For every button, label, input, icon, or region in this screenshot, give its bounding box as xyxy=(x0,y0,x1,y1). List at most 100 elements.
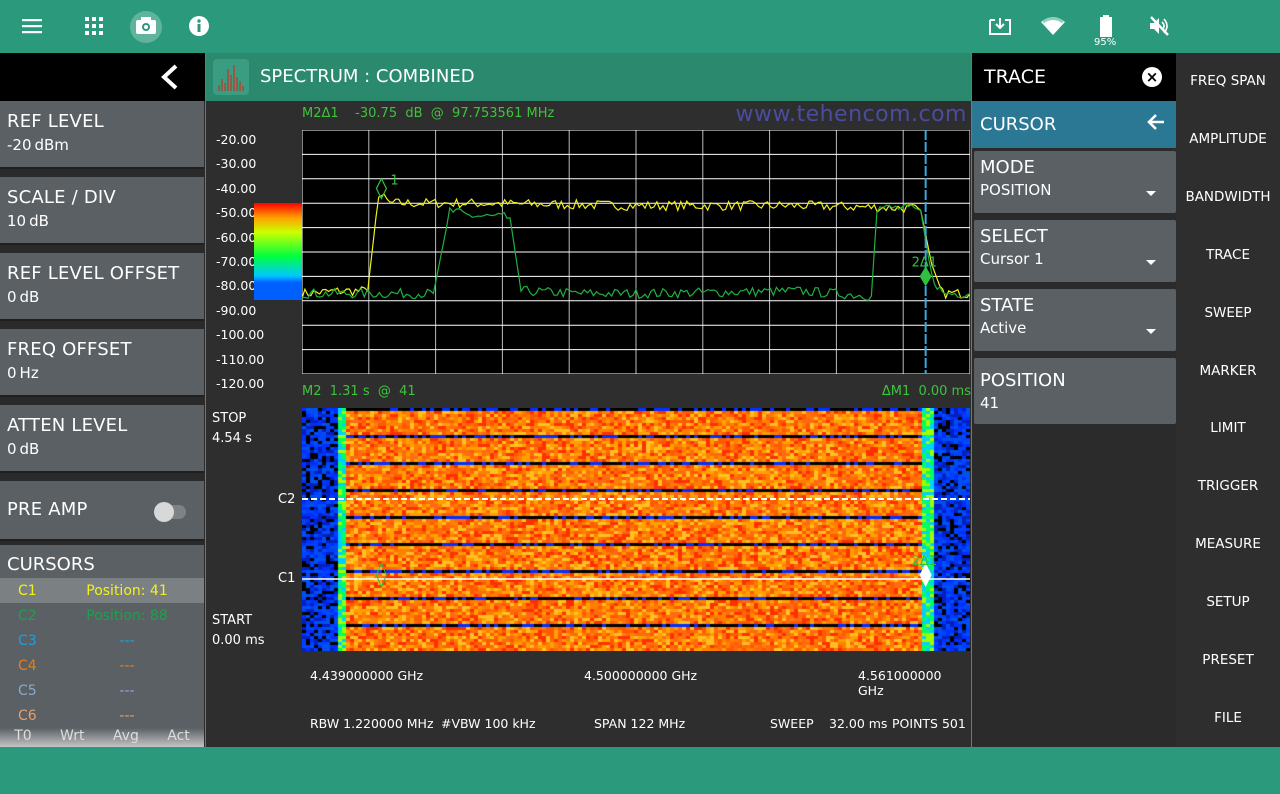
camera-icon[interactable] xyxy=(131,11,161,41)
marker-1-label: 1 xyxy=(390,174,398,189)
span-label[interactable]: SPAN 122 MHz xyxy=(594,716,685,731)
display-title-bar: SPECTRUM : COMBINED xyxy=(206,53,971,101)
freq-offset-card[interactable]: FREQ OFFSET 0 Hz xyxy=(0,329,204,397)
card-value: 41 xyxy=(980,394,1000,412)
menu-item-freq-span[interactable]: FREQ SPAN xyxy=(1176,73,1280,89)
cursor-name: C3 xyxy=(18,632,37,649)
menu-item-trigger[interactable]: TRIGGER xyxy=(1176,478,1280,494)
menu-item-measure[interactable]: MEASURE xyxy=(1176,536,1280,552)
battery-percent: 95% xyxy=(1094,37,1117,48)
sweep-value[interactable]: 32.00 ms xyxy=(829,716,887,731)
trace-t0[interactable]: T0 xyxy=(14,728,31,747)
cursor-value: --- xyxy=(119,707,135,724)
cursor-row-c6[interactable]: C6 --- xyxy=(0,703,204,728)
cursor-name: C1 xyxy=(18,582,37,599)
cursor-value: Position: 88 xyxy=(86,607,168,624)
cursor-value: Position: 41 xyxy=(86,582,168,599)
pre-amp-card: PRE AMP xyxy=(0,481,204,541)
cursor-row-c1[interactable]: C1 Position: 41 xyxy=(0,578,204,603)
cursor-submenu-title: CURSOR xyxy=(980,114,1057,135)
cursor-submenu-header[interactable]: CURSOR xyxy=(972,101,1176,148)
right-trace-panel: TRACE × CURSOR MODE POSITION SELECT Curs… xyxy=(972,53,1176,747)
y-tick-label: -90.00 xyxy=(216,302,257,318)
y-tick-label: -120.00 xyxy=(216,376,265,391)
mute-icon[interactable] xyxy=(1144,11,1174,41)
ref-level-offset-card[interactable]: REF LEVEL OFFSET 0 dB xyxy=(0,253,204,321)
cursor-row-c5[interactable]: C5 --- xyxy=(0,678,204,703)
cursor-value: --- xyxy=(119,657,135,674)
state-select[interactable]: STATE Active xyxy=(974,289,1176,351)
cursor-row-c4[interactable]: C4 --- xyxy=(0,653,204,678)
cursors-title: CURSORS xyxy=(7,554,95,575)
marker-2-waterfall-label: 2Δ1 xyxy=(912,554,937,569)
menu-item-marker[interactable]: MARKER xyxy=(1176,363,1280,379)
menu-icon[interactable] xyxy=(18,11,48,41)
scale-div-card[interactable]: SCALE / DIV 10 dB xyxy=(0,177,204,245)
cursor-row-c2[interactable]: C2 Position: 88 xyxy=(0,603,204,628)
position-input[interactable]: POSITION 41 xyxy=(974,358,1176,424)
mode-select[interactable]: MODE POSITION xyxy=(974,151,1176,213)
y-tick-label: -40.00 xyxy=(216,180,257,196)
card-title: MODE xyxy=(980,157,1035,178)
main-display: SPECTRUM : COMBINED M2Δ1 -30.75 dB @ 97.… xyxy=(206,53,971,747)
left-amplitude-panel: REF LEVEL -20 dBm SCALE / DIV 10 dB REF … xyxy=(0,53,205,747)
card-value: POSITION xyxy=(980,181,1052,199)
cursor-row-c3[interactable]: C3 --- xyxy=(0,628,204,653)
atten-level-card[interactable]: ATTEN LEVEL 0 dB xyxy=(0,405,204,473)
freq-stop-label: 4.561000000 GHz xyxy=(858,668,942,698)
trace-act[interactable]: Act xyxy=(167,728,190,747)
cursor-name: C5 xyxy=(18,682,37,699)
points-label[interactable]: POINTS 501 xyxy=(892,716,966,731)
cursor-value: --- xyxy=(119,632,135,649)
trace-wrt[interactable]: Wrt xyxy=(60,728,84,747)
dropdown-caret-icon xyxy=(1146,191,1156,196)
rbw-label[interactable]: RBW 1.220000 MHz xyxy=(310,716,434,731)
marker-delta-readout: M2Δ1 -30.75 dB @ 97.753561 MHz xyxy=(302,106,555,121)
pre-amp-toggle[interactable] xyxy=(154,502,186,522)
menu-item-limit[interactable]: LIMIT xyxy=(1176,420,1280,436)
stop-label: STOP xyxy=(212,411,247,426)
menu-item-trace[interactable]: TRACE xyxy=(1176,247,1280,263)
freq-start-label: 4.439000000 GHz xyxy=(310,668,424,683)
menu-item-sweep[interactable]: SWEEP xyxy=(1176,305,1280,321)
marker-1-waterfall xyxy=(375,561,387,589)
y-tick-label: -100.00 xyxy=(216,327,265,343)
close-icon[interactable]: × xyxy=(1142,67,1162,87)
back-arrow-icon[interactable] xyxy=(1146,112,1166,138)
menu-item-file[interactable]: FILE xyxy=(1176,710,1280,726)
start-label: START xyxy=(212,613,253,628)
card-value: 10 dB xyxy=(7,212,49,230)
card-value: 0 Hz xyxy=(7,364,39,382)
card-title: STATE xyxy=(980,295,1035,316)
cursor-c1-label: C1 xyxy=(278,571,296,586)
apps-grid-icon[interactable] xyxy=(79,11,109,41)
card-title: ATTEN LEVEL xyxy=(7,415,128,436)
trace-avg[interactable]: Avg xyxy=(113,728,139,747)
m2-readout: M2 1.31 s @ 41 xyxy=(302,384,416,399)
menu-item-bandwidth[interactable]: BANDWIDTH xyxy=(1176,189,1280,205)
cursor-name: C6 xyxy=(18,707,37,724)
menu-item-preset[interactable]: PRESET xyxy=(1176,652,1280,668)
toggle-knob xyxy=(154,502,174,522)
spectrum-plot[interactable]: 1 2Δ1 xyxy=(302,130,970,374)
card-value: 0 dB xyxy=(7,440,40,458)
wifi-icon xyxy=(1038,11,1068,41)
watermark: www.tehencom.com xyxy=(735,102,967,127)
cursors-list: CURSORS C1 Position: 41 C2 Position: 88 C3 --… xyxy=(0,545,204,747)
ref-level-card[interactable]: REF LEVEL -20 dBm xyxy=(0,101,204,169)
cursor-select[interactable]: SELECT Cursor 1 xyxy=(974,220,1176,282)
menu-item-setup[interactable]: SETUP xyxy=(1176,594,1280,610)
card-title: FREQ OFFSET xyxy=(7,339,132,360)
info-icon[interactable] xyxy=(184,11,214,41)
y-tick-label: -110.00 xyxy=(216,351,265,367)
card-title: REF LEVEL xyxy=(7,111,104,132)
save-download-icon[interactable] xyxy=(985,11,1015,41)
sweep-label: SWEEP xyxy=(770,716,814,731)
trace-panel-header: TRACE × xyxy=(972,53,1176,101)
vbw-label[interactable]: #VBW 100 kHz xyxy=(441,716,536,731)
y-tick-label: -30.00 xyxy=(216,156,257,172)
chevron-left-icon[interactable] xyxy=(157,63,183,91)
waterfall-colorbar xyxy=(254,203,302,300)
card-title: POSITION xyxy=(980,370,1066,391)
menu-item-amplitude[interactable]: AMPLITUDE xyxy=(1176,131,1280,147)
